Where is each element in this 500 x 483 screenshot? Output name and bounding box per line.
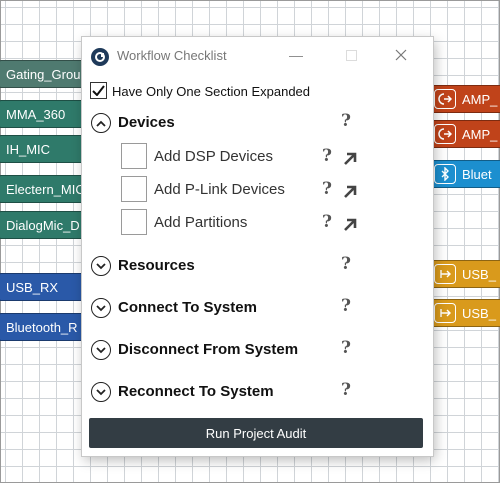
canvas-node-usb-2[interactable]: USB_ <box>429 299 500 327</box>
go-to-arrow-icon[interactable] <box>342 184 358 200</box>
canvas-node-amp-2[interactable]: AMP_ <box>429 120 500 148</box>
chevron-up-icon[interactable] <box>91 113 111 133</box>
item-label: Add Partitions <box>154 214 248 231</box>
item-label: Add DSP Devices <box>154 148 273 165</box>
go-to-arrow-icon[interactable] <box>342 151 358 167</box>
node-label: AMP_ <box>462 91 498 107</box>
canvas-node-mma-360[interactable]: MMA_360 <box>0 100 83 128</box>
canvas-node-ih-mic[interactable]: IH_MIC <box>0 135 83 163</box>
checklist-item-add-plink-devices[interactable]: Add P-Link Devices ? <box>82 176 433 206</box>
bluetooth-icon <box>434 164 456 184</box>
chevron-down-icon[interactable] <box>91 298 111 318</box>
item-checkbox[interactable] <box>121 143 147 169</box>
canvas-node-usb-1[interactable]: USB_ <box>429 260 500 288</box>
checklist-item-add-partitions[interactable]: Add Partitions ? <box>82 209 433 239</box>
maximize-button[interactable] <box>338 43 364 67</box>
help-icon[interactable]: ? <box>341 338 351 358</box>
node-label: AMP_ <box>462 126 498 142</box>
run-project-audit-button[interactable]: Run Project Audit <box>89 418 423 448</box>
item-checkbox[interactable] <box>121 209 147 235</box>
minimize-button[interactable]: — <box>283 43 309 67</box>
section-label: Resources <box>118 257 195 274</box>
canvas-node-bluetooth[interactable]: Bluet <box>429 160 500 188</box>
section-reconnect-to-system[interactable]: Reconnect To System ? <box>82 380 433 408</box>
help-icon[interactable]: ? <box>341 111 351 131</box>
item-checkbox[interactable] <box>121 176 147 202</box>
one-section-label: Have Only One Section Expanded <box>112 84 311 99</box>
help-icon[interactable]: ? <box>322 146 332 166</box>
chevron-down-icon[interactable] <box>91 340 111 360</box>
node-label: USB_ <box>462 266 496 282</box>
canvas-node-bluetooth-rx[interactable]: Bluetooth_R <box>0 313 83 341</box>
one-section-checkbox[interactable] <box>90 82 107 99</box>
canvas-node-usb-rx[interactable]: USB_RX <box>0 273 83 301</box>
section-devices[interactable]: Devices ? <box>82 111 433 139</box>
workflow-checklist-dialog: Workflow Checklist — Have Only One Secti… <box>82 37 433 456</box>
section-label: Devices <box>118 114 175 131</box>
section-label: Connect To System <box>118 299 257 316</box>
checkmark-icon <box>92 85 105 96</box>
section-disconnect-from-system[interactable]: Disconnect From System ? <box>82 338 433 366</box>
help-icon[interactable]: ? <box>341 296 351 316</box>
output-icon <box>434 89 456 109</box>
title-bar[interactable]: Workflow Checklist — <box>82 37 433 73</box>
node-label: Bluet <box>462 166 492 182</box>
go-to-arrow-icon[interactable] <box>342 217 358 233</box>
section-label: Reconnect To System <box>118 383 274 400</box>
close-button[interactable] <box>388 43 414 67</box>
chevron-down-icon[interactable] <box>91 382 111 402</box>
usb-icon <box>434 264 456 284</box>
dialog-title: Workflow Checklist <box>117 48 227 63</box>
item-label: Add P-Link Devices <box>154 181 285 198</box>
section-resources[interactable]: Resources ? <box>82 254 433 282</box>
canvas-node-amp-1[interactable]: AMP_ <box>429 85 500 113</box>
section-connect-to-system[interactable]: Connect To System ? <box>82 296 433 324</box>
section-label: Disconnect From System <box>118 341 299 358</box>
one-section-option[interactable]: Have Only One Section Expanded <box>82 82 433 108</box>
checklist-item-add-dsp-devices[interactable]: Add DSP Devices ? <box>82 143 433 173</box>
output-icon <box>434 124 456 144</box>
canvas-node-gating-group[interactable]: Gating_Grou <box>0 60 83 88</box>
canvas-node-dialogmic[interactable]: DialogMic_D <box>0 211 83 239</box>
canvas-node-electern-mic[interactable]: Electern_MIC <box>0 175 83 203</box>
app-logo-icon <box>91 48 109 66</box>
node-label: USB_ <box>462 305 496 321</box>
help-icon[interactable]: ? <box>322 212 332 232</box>
chevron-down-icon[interactable] <box>91 256 111 276</box>
help-icon[interactable]: ? <box>341 254 351 274</box>
usb-icon <box>434 303 456 323</box>
help-icon[interactable]: ? <box>341 380 351 400</box>
help-icon[interactable]: ? <box>322 179 332 199</box>
